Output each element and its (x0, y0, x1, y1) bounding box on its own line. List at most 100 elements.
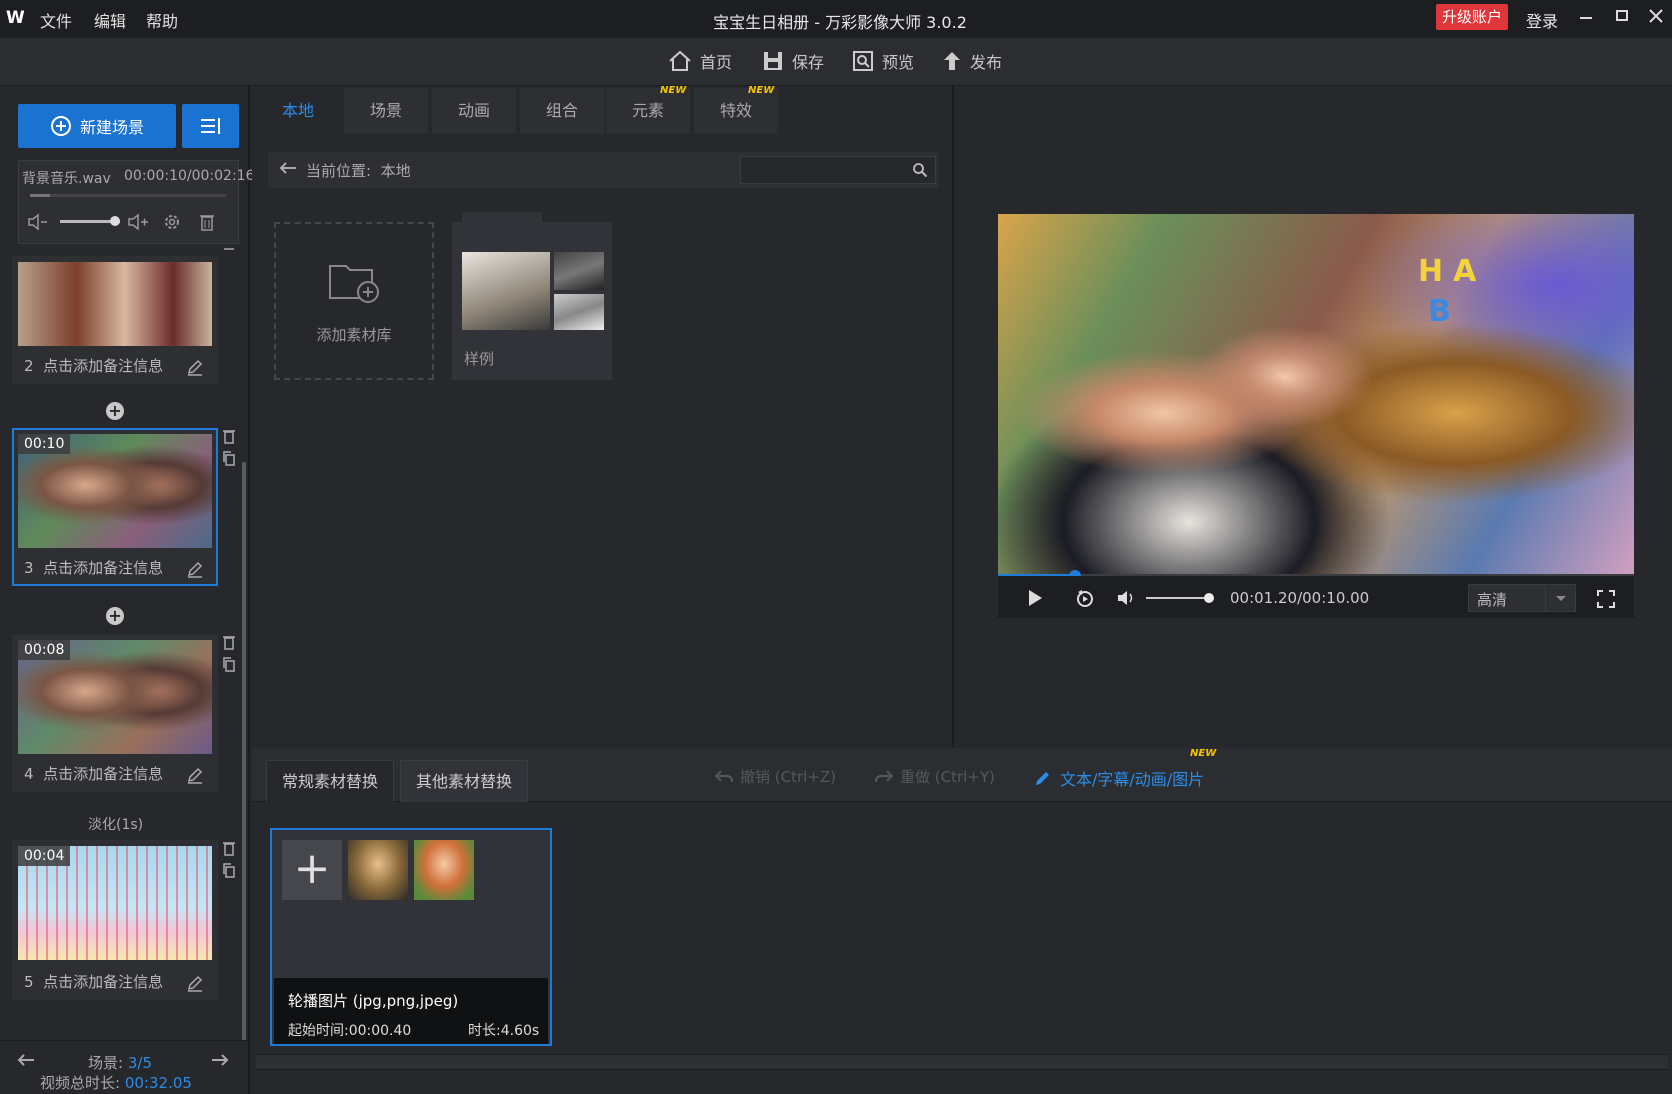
collapse-icon[interactable] (224, 248, 234, 250)
preview-canvas: HA B (998, 214, 1634, 576)
edit-pencil-icon[interactable] (186, 974, 204, 992)
home-label: 首页 (700, 53, 733, 72)
scene-note-2[interactable]: 2 点击添加备注信息 (24, 355, 163, 376)
folder-add-icon (328, 260, 382, 304)
tab-regular-replace[interactable]: 常规素材替换 (266, 760, 394, 802)
copy-icon[interactable] (222, 450, 236, 466)
menu-edit[interactable]: 编辑 (94, 8, 126, 32)
tab-scene[interactable]: 场景 (344, 88, 428, 134)
scene-note-4[interactable]: 4 点击添加备注信息 (24, 763, 163, 784)
menu-file[interactable]: 文件 (40, 8, 72, 32)
edit-pencil-icon[interactable] (186, 560, 204, 578)
volume-icon[interactable] (1116, 588, 1138, 608)
save-button[interactable]: 保存 (762, 46, 824, 76)
maximize-icon[interactable] (1612, 6, 1632, 26)
copy-icon[interactable] (222, 656, 236, 672)
replay-icon[interactable] (1074, 587, 1096, 609)
music-file-name: 背景音乐.wav (22, 171, 111, 187)
scene-duration: 00:04 (18, 846, 71, 866)
tab-combination[interactable]: 组合 (520, 88, 604, 134)
divider (1545, 585, 1546, 611)
gear-icon[interactable] (162, 212, 182, 232)
undo-button[interactable]: 撤销 (Ctrl+Z) (714, 766, 836, 787)
login-button[interactable]: 登录 (1526, 8, 1558, 32)
tab-animation[interactable]: 动画 (432, 88, 516, 134)
scene-list-scrollbar[interactable] (242, 462, 246, 1042)
player-volume-slider[interactable] (1146, 597, 1210, 599)
close-icon[interactable] (1646, 6, 1666, 26)
undo-icon (714, 769, 734, 785)
redo-label: 重做 (Ctrl+Y) (900, 768, 995, 786)
chevron-down-icon (1555, 595, 1567, 603)
text-subtitle-edit-link[interactable]: 文本/字幕/动画/图片 (1034, 766, 1204, 790)
upload-icon (942, 50, 962, 72)
insert-scene-icon[interactable]: + (106, 402, 124, 420)
trash-icon[interactable] (222, 428, 236, 444)
volume-down-icon[interactable] (26, 212, 50, 232)
transition-label[interactable]: 淡化(1s) (88, 814, 143, 834)
publish-button[interactable]: 发布 (942, 46, 1002, 76)
folder-tab (462, 212, 542, 224)
home-icon (668, 50, 692, 72)
undo-label: 撤销 (Ctrl+Z) (740, 768, 837, 786)
player-volume-handle[interactable] (1204, 593, 1214, 603)
back-arrow-icon[interactable] (278, 160, 298, 176)
scene-duration: 00:10 (18, 434, 71, 454)
quality-select[interactable]: 高清 (1468, 584, 1576, 612)
music-volume-handle[interactable] (110, 216, 120, 226)
previous-scene-icon[interactable] (16, 1052, 36, 1068)
trash-icon[interactable] (198, 212, 216, 232)
scene-note-3[interactable]: 3 点击添加备注信息 (24, 557, 163, 578)
preview-button[interactable]: 预览 (852, 46, 914, 76)
scene-thumbnail (18, 262, 212, 346)
add-asset-button[interactable]: + (282, 840, 342, 900)
menu-help[interactable]: 帮助 (146, 8, 178, 32)
library-search-input[interactable] (740, 156, 936, 184)
scene-counter: 场景: 3/5 (88, 1054, 152, 1072)
add-library-label: 添加素材库 (316, 326, 392, 344)
insert-scene-icon[interactable]: + (106, 607, 124, 625)
sample-folder-label: 样例 (464, 350, 495, 368)
scene-card-4[interactable]: 00:08 4 点击添加备注信息 (12, 634, 218, 792)
new-badge: NEW (748, 85, 775, 96)
publish-label: 发布 (970, 53, 1003, 72)
scene-card-2[interactable]: 2 点击添加备注信息 (12, 256, 218, 384)
edit-pencil-icon[interactable] (186, 766, 204, 784)
redo-button[interactable]: 重做 (Ctrl+Y) (874, 766, 995, 787)
scene-duration: 00:08 (18, 640, 71, 660)
sample-folder[interactable]: 样例 (452, 212, 612, 380)
text-edit-label: 文本/字幕/动画/图片 (1060, 770, 1205, 789)
quality-value: 高清 (1477, 591, 1508, 609)
horizontal-scrollbar[interactable] (256, 1054, 1668, 1070)
volume-up-icon[interactable] (126, 212, 150, 232)
upgrade-account-button[interactable]: 升级账户 (1436, 4, 1508, 30)
main-toolbar (0, 38, 1672, 86)
scene-note-5[interactable]: 5 点击添加备注信息 (24, 971, 163, 992)
scene-card-5[interactable]: 00:04 5 点击添加备注信息 (12, 840, 218, 1000)
tab-other-replace[interactable]: 其他素材替换 (400, 760, 528, 802)
preview-label: 预览 (882, 53, 915, 72)
scene-list-button[interactable] (182, 104, 239, 148)
tab-local[interactable]: 本地 (256, 88, 340, 134)
edit-pencil-icon[interactable] (186, 358, 204, 376)
search-icon[interactable] (912, 162, 928, 178)
new-scene-button[interactable]: 新建场景 (18, 104, 176, 148)
next-scene-icon[interactable] (210, 1052, 230, 1068)
sample-photo-large (462, 252, 550, 330)
asset-thumbnail[interactable] (348, 840, 408, 900)
sample-photo-small (554, 252, 604, 290)
scene-card-3[interactable]: 00:10 3 点击添加备注信息 (12, 428, 218, 586)
cake-topper-letters: B (1428, 294, 1451, 329)
trash-icon[interactable] (222, 840, 236, 856)
fullscreen-icon[interactable] (1596, 589, 1616, 609)
add-library-card[interactable]: 添加素材库 (274, 222, 434, 380)
trash-icon[interactable] (222, 634, 236, 650)
minimize-icon[interactable] (1576, 6, 1596, 26)
music-progress-bar[interactable] (30, 194, 226, 197)
asset-thumbnail[interactable] (414, 840, 474, 900)
current-location: 当前位置: 本地 (306, 162, 411, 180)
home-button[interactable]: 首页 (668, 46, 732, 76)
copy-icon[interactable] (222, 862, 236, 878)
music-progress-fill (30, 194, 50, 197)
play-icon[interactable] (1026, 588, 1044, 608)
